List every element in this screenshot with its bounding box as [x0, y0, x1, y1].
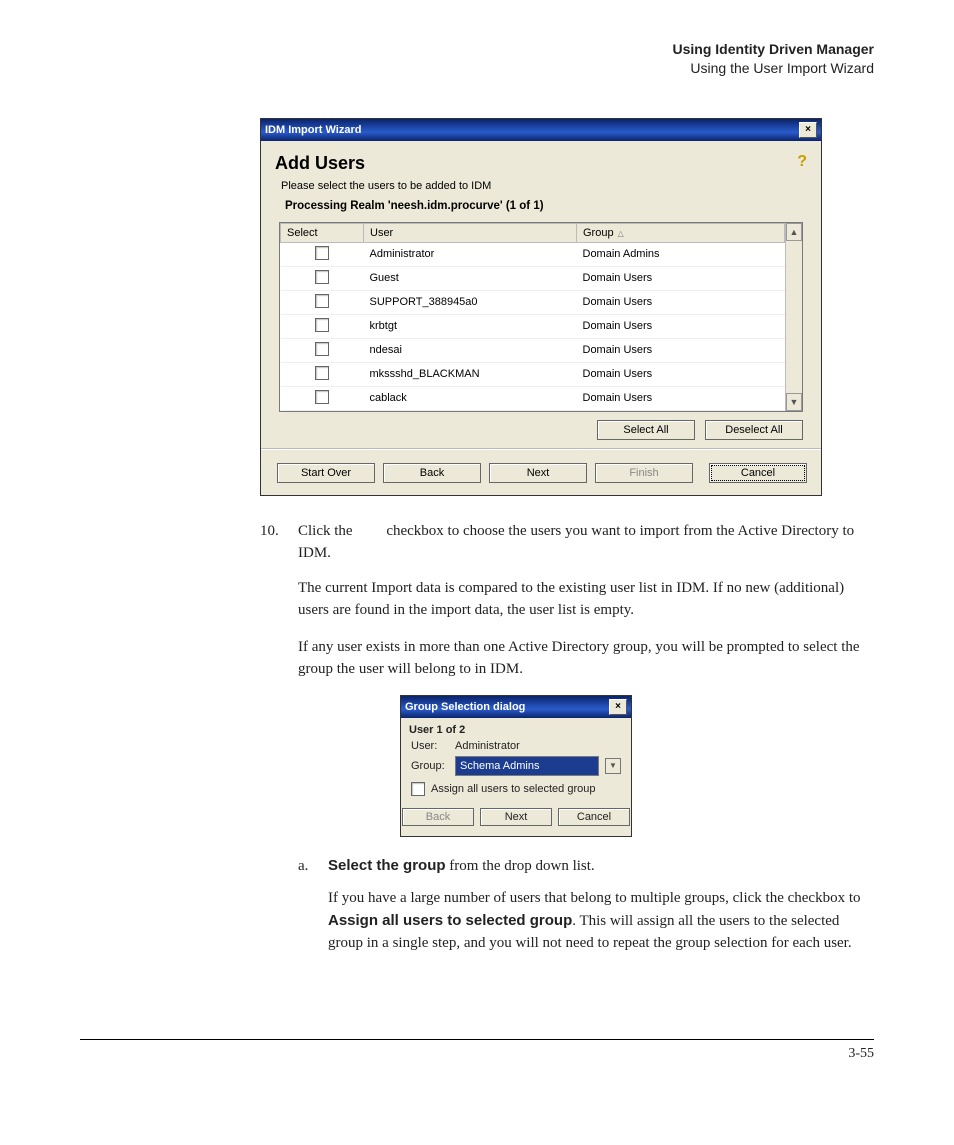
table-row: cablackDomain Users	[281, 386, 785, 410]
row-user: Guest	[364, 266, 577, 290]
page-footer: 3-55	[80, 1039, 874, 1062]
dlg-cancel-button[interactable]: Cancel	[558, 808, 630, 826]
substep-para: If you have a large number of users that…	[328, 887, 874, 955]
table-row: SUPPORT_388945a0Domain Users	[281, 290, 785, 314]
row-user: SUPPORT_388945a0	[364, 290, 577, 314]
row-group: Domain Users	[577, 386, 785, 410]
row-checkbox[interactable]	[315, 318, 329, 332]
idm-import-wizard-window: IDM Import Wizard × Add Users ? Please s…	[260, 118, 822, 496]
back-button[interactable]: Back	[383, 463, 481, 483]
header-subtitle: Using the User Import Wizard	[80, 59, 874, 78]
scroll-up-icon[interactable]: ▲	[786, 223, 802, 241]
row-checkbox[interactable]	[315, 270, 329, 284]
step-text: Click the checkbox to choose the users y…	[298, 520, 874, 565]
user-counter: User 1 of 2	[401, 718, 631, 738]
group-select[interactable]: Schema Admins	[455, 756, 599, 776]
col-user[interactable]: User	[364, 223, 577, 242]
user-label: User:	[411, 740, 449, 752]
table-row: GuestDomain Users	[281, 266, 785, 290]
page-header: Using Identity Driven Manager Using the …	[80, 40, 874, 78]
user-value: Administrator	[455, 740, 520, 752]
help-icon[interactable]: ?	[797, 153, 807, 171]
row-checkbox[interactable]	[315, 366, 329, 380]
row-user: Administrator	[364, 242, 577, 266]
row-user: krbtgt	[364, 314, 577, 338]
start-over-button[interactable]: Start Over	[277, 463, 375, 483]
dropdown-icon[interactable]: ▼	[605, 758, 621, 774]
dialog-title: Group Selection dialog	[405, 701, 525, 713]
para-compare: The current Import data is compared to t…	[298, 577, 874, 622]
page-number: 3-55	[848, 1046, 874, 1061]
assign-all-checkbox[interactable]	[411, 782, 425, 796]
row-user: ndesai	[364, 338, 577, 362]
dlg-next-button[interactable]: Next	[480, 808, 552, 826]
row-group: Domain Users	[577, 338, 785, 362]
table-row: mkssshd_BLACKMANDomain Users	[281, 362, 785, 386]
substep-text: Select the group from the drop down list…	[328, 855, 595, 878]
group-selection-dialog: Group Selection dialog × User 1 of 2 Use…	[400, 695, 632, 837]
window-title: IDM Import Wizard	[265, 124, 361, 136]
row-checkbox[interactable]	[315, 342, 329, 356]
col-select[interactable]: Select	[281, 223, 364, 242]
table-row: krbtgtDomain Users	[281, 314, 785, 338]
row-checkbox[interactable]	[315, 246, 329, 260]
row-group: Domain Users	[577, 290, 785, 314]
row-group: Domain Users	[577, 362, 785, 386]
para-multigroup: If any user exists in more than one Acti…	[298, 636, 874, 681]
row-group: Domain Admins	[577, 242, 785, 266]
row-checkbox[interactable]	[315, 390, 329, 404]
wizard-heading: Add Users	[275, 153, 365, 174]
next-button[interactable]: Next	[489, 463, 587, 483]
scrollbar[interactable]: ▲ ▼	[785, 223, 802, 411]
assign-all-label: Assign all users to selected group	[431, 783, 595, 795]
row-user: mkssshd_BLACKMAN	[364, 362, 577, 386]
step-number: 10.	[260, 520, 288, 565]
table-row: ndesaiDomain Users	[281, 338, 785, 362]
dlg-back-button: Back	[402, 808, 474, 826]
group-label: Group:	[411, 760, 449, 772]
close-icon[interactable]: ×	[799, 122, 817, 138]
realm-label: Processing Realm 'neesh.idm.procurve' (1…	[261, 200, 821, 222]
row-group: Domain Users	[577, 314, 785, 338]
cancel-button[interactable]: Cancel	[709, 463, 807, 483]
row-group: Domain Users	[577, 266, 785, 290]
close-icon[interactable]: ×	[609, 699, 627, 715]
users-table: Select User Group△ AdministratorDomain A…	[280, 223, 785, 411]
finish-button: Finish	[595, 463, 693, 483]
wizard-instruction: Please select the users to be added to I…	[261, 180, 821, 200]
scroll-down-icon[interactable]: ▼	[786, 393, 802, 411]
header-title: Using Identity Driven Manager	[80, 40, 874, 59]
deselect-all-button[interactable]: Deselect All	[705, 420, 803, 440]
row-checkbox[interactable]	[315, 294, 329, 308]
titlebar-2: Group Selection dialog ×	[401, 696, 631, 718]
col-group[interactable]: Group△	[577, 223, 785, 242]
substep-letter: a.	[298, 855, 316, 878]
row-user: cablack	[364, 386, 577, 410]
titlebar: IDM Import Wizard ×	[261, 119, 821, 141]
table-row: AdministratorDomain Admins	[281, 242, 785, 266]
sort-asc-icon: △	[618, 229, 624, 238]
select-all-button[interactable]: Select All	[597, 420, 695, 440]
